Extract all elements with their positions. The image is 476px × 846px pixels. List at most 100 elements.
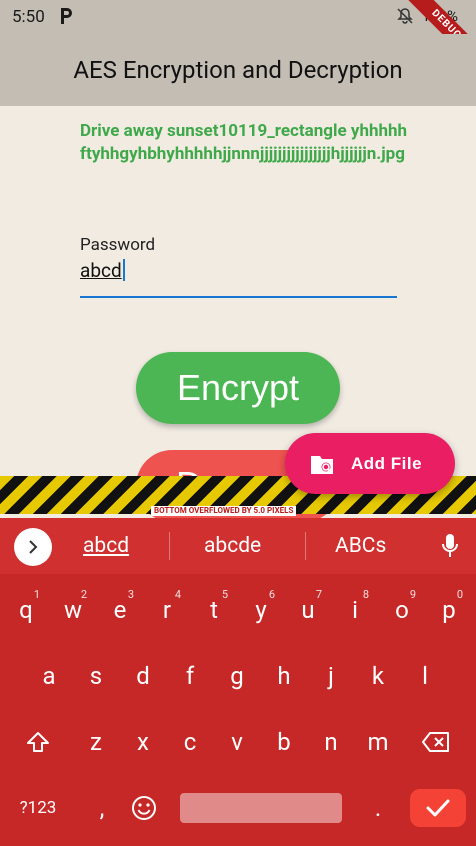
key-label: . [374,794,382,822]
status-time: 5:50 [12,7,45,27]
key-t[interactable]: t5 [192,582,236,638]
key-label: d [136,662,150,690]
overflow-warning-text: BOTTOM OVERFLOWED BY 5.0 PIXELS [151,506,297,516]
file-search-icon [311,455,333,474]
key-label: x [137,728,149,756]
page-title: AES Encryption and Decryption [73,56,403,84]
soft-keyboard: abcd abcde ABCs q1 w2 e3 r4 t5 y6 u7 i8 … [0,518,476,846]
key-z[interactable]: z [74,714,118,770]
key-hint: 0 [456,588,463,601]
password-value: abcd [80,259,122,282]
key-k[interactable]: k [356,648,400,704]
key-label: b [277,728,291,756]
check-icon [426,799,450,817]
key-h[interactable]: h [262,648,306,704]
selected-file-name: Drive away sunset10119_rectangle yhhhhhf… [80,121,408,164]
suggestion-1[interactable]: abcd [83,534,129,558]
app-bar: AES Encryption and Decryption [0,34,476,106]
key-hint: 8 [362,588,369,601]
key-j[interactable]: j [309,648,353,704]
key-hint: 5 [221,588,228,601]
suggestion-3[interactable]: ABCs [335,534,386,558]
key-label: c [183,728,197,756]
key-label: q [19,596,33,624]
key-hint: 9 [409,588,416,601]
key-hint: 2 [80,588,87,601]
expand-toolbar-button[interactable] [14,528,52,566]
text-caret [122,259,125,281]
suggestion-bar: abcd abcde ABCs [0,518,476,574]
microphone-icon[interactable] [440,532,460,560]
key-u[interactable]: u7 [286,582,330,638]
space-bar[interactable] [180,793,342,823]
key-label: k [371,662,385,690]
key-label: h [277,662,291,690]
add-file-button[interactable]: Add File [285,433,455,494]
key-label: l [422,662,428,690]
symbols-key[interactable]: ?123 [14,780,62,836]
emoji-key[interactable] [122,780,166,836]
key-o[interactable]: o9 [380,582,424,638]
key-l[interactable]: l [403,648,447,704]
key-label: a [42,662,56,690]
key-hint: 7 [315,588,322,601]
mute-bell-icon [396,8,413,24]
key-v[interactable]: v [215,714,259,770]
key-hint: 6 [268,588,275,601]
key-label: w [63,596,83,624]
chevron-right-icon [29,540,38,554]
key-w[interactable]: w2 [51,582,95,638]
key-g[interactable]: g [215,648,259,704]
key-label: u [301,596,315,624]
key-label: y [255,596,267,624]
key-a[interactable]: a [27,648,71,704]
suggestion-2[interactable]: abcde [204,534,261,558]
key-label: e [113,596,127,624]
add-file-label: Add File [351,453,423,473]
key-i[interactable]: i8 [333,582,377,638]
key-y[interactable]: y6 [239,582,283,638]
key-m[interactable]: m [356,714,400,770]
key-label: f [185,662,195,690]
status-bar: 5:50 100% DEBUG [0,0,476,74]
key-hint: 3 [127,588,134,601]
backspace-icon [422,732,449,752]
backspace-key[interactable] [414,714,458,770]
key-label: o [395,596,409,624]
key-label: s [89,662,103,690]
shift-key[interactable] [16,714,60,770]
shift-icon [27,732,49,752]
key-label: p [442,596,456,624]
key-q[interactable]: q1 [4,582,48,638]
comma-key[interactable]: , [80,780,124,836]
key-label: m [367,728,389,756]
key-p[interactable]: p0 [427,582,471,638]
suggestion-divider [305,532,306,560]
key-s[interactable]: s [74,648,118,704]
key-hint: 1 [33,588,40,601]
key-label: v [231,728,243,756]
key-d[interactable]: d [121,648,165,704]
period-key[interactable]: . [356,780,400,836]
key-label: j [328,662,334,690]
key-c[interactable]: c [168,714,212,770]
enter-key[interactable] [410,789,466,827]
key-hint: 4 [174,588,181,601]
key-x[interactable]: x [121,714,165,770]
password-underline [80,296,397,298]
key-e[interactable]: e3 [98,582,142,638]
password-field[interactable]: abcd [80,259,125,282]
password-label: Password [80,235,156,255]
encrypt-button[interactable]: Encrypt [136,352,340,424]
emoji-icon [132,796,156,820]
suggestion-divider [169,532,170,560]
key-b[interactable]: b [262,714,306,770]
key-f[interactable]: f [168,648,212,704]
key-label: t [210,596,218,624]
key-label: n [324,728,338,756]
key-label: g [230,662,244,690]
key-label: z [90,728,102,756]
key-r[interactable]: r4 [145,582,189,638]
parking-notification-icon [61,8,72,24]
key-n[interactable]: n [309,714,353,770]
